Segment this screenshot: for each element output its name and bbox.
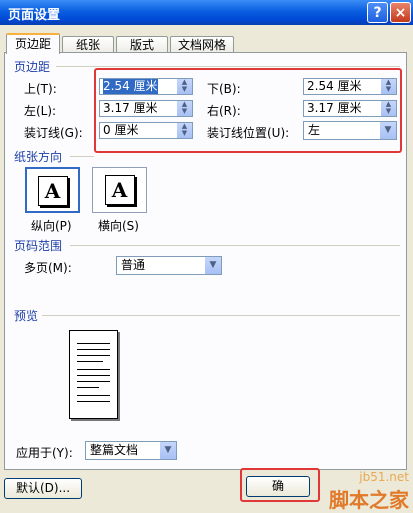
portrait-page-icon: A — [37, 176, 68, 206]
pages-group-title: 页码范围 — [14, 239, 63, 253]
title-bar: 页面设置 ? × — [0, 0, 413, 25]
apply-to-label: 应用于(Y): — [16, 446, 73, 460]
chevron-down-icon[interactable]: ▼ — [160, 442, 176, 459]
spin-arrows-icon[interactable]: ▲ ▼ — [380, 101, 396, 116]
landscape-label[interactable]: 横向(S) — [98, 217, 139, 234]
gutter-spinner[interactable]: 0 厘米 ▲ ▼ — [99, 122, 193, 139]
bottom-margin-spinner[interactable]: 2.54 厘米 ▲ ▼ — [303, 78, 397, 95]
preview-divider — [42, 315, 400, 316]
default-button[interactable]: 默认(D)... — [4, 478, 82, 499]
preview-page — [69, 330, 118, 419]
watermark-name: 脚本之家 — [329, 488, 409, 512]
portrait-label[interactable]: 纵向(P) — [31, 217, 72, 234]
margins-group-title: 页边距 — [14, 60, 51, 74]
close-button[interactable]: × — [390, 2, 411, 23]
gutter-position-select[interactable]: 左 ▼ — [303, 121, 397, 140]
spin-arrows-icon[interactable]: ▲ ▼ — [380, 79, 396, 94]
left-margin-value: 3.17 厘米 — [103, 101, 158, 115]
multiple-pages-label: 多页(M): — [24, 261, 72, 275]
apply-to-select[interactable]: 整篇文档 ▼ — [85, 441, 177, 460]
spin-arrows-icon[interactable]: ▲ ▼ — [176, 123, 192, 138]
multiple-pages-value: 普通 — [121, 258, 146, 272]
left-margin-spinner[interactable]: 3.17 厘米 ▲ ▼ — [99, 100, 193, 117]
tab-layout[interactable]: 版式 — [116, 36, 168, 53]
landscape-page-icon: A — [104, 175, 135, 205]
preview-text-line — [77, 395, 110, 396]
preview-text-line — [77, 355, 110, 356]
landscape-option[interactable]: A — [92, 167, 147, 213]
bottom-margin-label: 下(B): — [207, 82, 241, 96]
tab-paper[interactable]: 纸张 — [62, 36, 114, 53]
right-margin-value: 3.17 厘米 — [307, 101, 362, 115]
top-margin-label: 上(T): — [24, 82, 57, 96]
preview-text-line — [77, 369, 110, 370]
gutter-position-value: 左 — [308, 123, 321, 137]
orientation-group-title: 纸张方向 — [14, 150, 63, 164]
window-title: 页面设置 — [8, 8, 61, 23]
pages-divider — [70, 245, 400, 246]
right-margin-spinner[interactable]: 3.17 厘米 ▲ ▼ — [303, 100, 397, 117]
preview-text-line — [77, 375, 110, 376]
preview-text-line — [77, 361, 103, 362]
tab-margins[interactable]: 页边距 — [6, 33, 60, 54]
right-margin-label: 右(R): — [207, 104, 241, 118]
preview-group-title: 预览 — [14, 309, 39, 323]
help-button[interactable]: ? — [367, 2, 388, 23]
preview-text-line — [77, 343, 110, 344]
spin-arrows-icon[interactable]: ▲ ▼ — [176, 79, 192, 94]
gutter-position-label: 装订线位置(U): — [207, 126, 290, 140]
left-margin-label: 左(L): — [24, 104, 57, 118]
preview-text-line — [77, 387, 99, 388]
watermark-site: jb51.net — [359, 470, 409, 484]
tab-doc-grid[interactable]: 文档网格 — [170, 36, 234, 53]
preview-text-line — [77, 401, 110, 402]
orientation-divider — [70, 156, 94, 157]
top-margin-value: 2.54 厘米 — [103, 79, 158, 94]
margins-divider — [56, 66, 400, 67]
bottom-margin-value: 2.54 厘米 — [307, 79, 362, 93]
preview-text-line — [77, 349, 110, 350]
chevron-down-icon[interactable]: ▼ — [205, 257, 221, 274]
chevron-down-icon[interactable]: ▼ — [380, 122, 396, 139]
ok-button[interactable]: 确 — [246, 476, 310, 497]
preview-text-line — [77, 381, 110, 382]
spin-arrows-icon[interactable]: ▲ ▼ — [176, 101, 192, 116]
apply-to-value: 整篇文档 — [90, 443, 139, 457]
gutter-label: 装订线(G): — [24, 126, 83, 140]
portrait-option[interactable]: A — [25, 167, 80, 213]
gutter-value: 0 厘米 — [103, 123, 139, 137]
top-margin-spinner[interactable]: 2.54 厘米 ▲ ▼ — [99, 78, 193, 95]
multiple-pages-select[interactable]: 普通 ▼ — [116, 256, 222, 275]
